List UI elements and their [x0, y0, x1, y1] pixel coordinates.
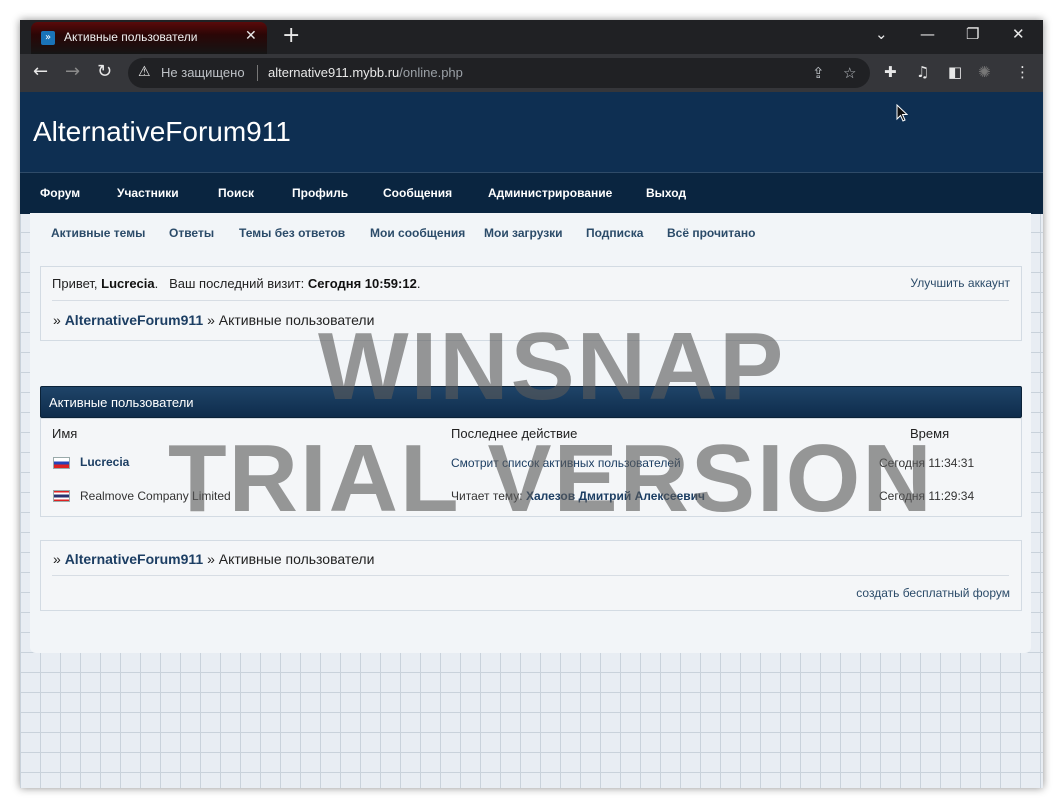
favicon-icon: » [41, 31, 55, 45]
nav-logout[interactable]: Выход [646, 186, 686, 200]
breadcrumb-home[interactable]: AlternativeForum911 [65, 551, 204, 567]
subnav-unanswered[interactable]: Темы без ответов [239, 226, 345, 240]
last-action: Читает тему: Халезов Дмитрий Алексеевич [451, 489, 705, 503]
extensions-icon[interactable]: ✚ [884, 63, 897, 81]
subnav-subscriptions[interactable]: Подписка [586, 226, 643, 240]
username[interactable]: Lucrecia [101, 276, 154, 291]
nav-search[interactable]: Поиск [218, 186, 254, 200]
url-host: alternative911.mybb.ru [268, 65, 400, 80]
last-visit-label: Ваш последний визит: [169, 276, 305, 291]
welcome-text: Привет, Lucrecia. Ваш последний визит: С… [52, 276, 421, 291]
create-forum-link[interactable]: создать бесплатный форум [856, 586, 1010, 600]
nav-members[interactable]: Участники [117, 186, 179, 200]
bookmark-star-icon[interactable]: ☆ [843, 64, 856, 82]
flag-ru-icon [53, 457, 70, 469]
last-action-time: Сегодня 11:34:31 [879, 456, 975, 470]
address-bar[interactable]: ⚠ Не защищено alternative911.mybb.ru/onl… [128, 58, 870, 88]
flag-th-icon [53, 490, 70, 502]
address-divider [257, 65, 258, 81]
online-users-header: Активные пользователи [40, 386, 1022, 418]
subnav-replies[interactable]: Ответы [169, 226, 214, 240]
online-users-title: Активные пользователи [49, 395, 194, 410]
last-visit-value: Сегодня 10:59:12 [307, 276, 417, 291]
close-tab-icon[interactable]: ✕ [245, 28, 257, 44]
action-text: Читает тему: [451, 489, 523, 503]
nav-messages[interactable]: Сообщения [383, 186, 452, 200]
menu-icon[interactable]: ⋮ [1015, 63, 1030, 81]
last-action-time: Сегодня 11:29:34 [879, 489, 975, 503]
tab-strip: » Активные пользователи ✕ + ⌄ — ❐ ✕ [20, 20, 1043, 54]
forward-icon[interactable]: → [65, 61, 80, 82]
subnav-my-uploads[interactable]: Мои загрузки [484, 226, 563, 240]
breadcrumb: » AlternativeForum911 » Активные пользов… [53, 551, 374, 567]
subnav-my-posts[interactable]: Мои сообщения [370, 226, 465, 240]
last-action: Смотрит список активных пользователей [451, 456, 681, 470]
welcome-box: Привет, Lucrecia. Ваш последний визит: С… [40, 266, 1022, 341]
tab-search-icon[interactable]: ⌄ [875, 25, 888, 43]
footer-box: » AlternativeForum911 » Активные пользов… [40, 540, 1022, 611]
user-name[interactable]: Lucrecia [80, 455, 129, 469]
breadcrumb-current: Активные пользователи [218, 551, 375, 567]
breadcrumb-sep: » [207, 551, 215, 567]
media-control-icon[interactable]: ♫ [916, 63, 929, 81]
forum-title[interactable]: AlternativeForum911 [33, 116, 291, 148]
browser-toolbar: ← → ↻ ⚠ Не защищено alternative911.mybb.… [20, 54, 1043, 92]
page-viewport: AlternativeForum911 Форум Участники Поис… [20, 92, 1043, 788]
mouse-cursor-icon [896, 104, 908, 122]
close-window-icon[interactable]: ✕ [1012, 25, 1025, 43]
column-time: Время [910, 426, 950, 441]
column-last-action: Последнее действие [451, 426, 578, 441]
forum-header: AlternativeForum911 [20, 92, 1043, 172]
subnav-active-topics[interactable]: Активные темы [51, 226, 145, 240]
browser-window: » Активные пользователи ✕ + ⌄ — ❐ ✕ ← → … [20, 20, 1043, 788]
column-name: Имя [52, 426, 78, 441]
minimize-icon[interactable]: — [920, 25, 935, 43]
breadcrumb-home[interactable]: AlternativeForum911 [65, 312, 204, 328]
breadcrumb-sep: » [53, 551, 61, 567]
nav-administration[interactable]: Администрирование [488, 186, 612, 200]
reload-icon[interactable]: ↻ [97, 61, 112, 82]
restore-icon[interactable]: ❐ [966, 25, 979, 43]
breadcrumb: » AlternativeForum911 » Активные пользов… [53, 312, 374, 328]
new-tab-button[interactable]: + [282, 23, 300, 48]
greeting: Привет, [52, 276, 98, 291]
share-icon[interactable]: ⇪ [812, 64, 825, 82]
main-navigation: Форум Участники Поиск Профиль Сообщения … [20, 172, 1043, 214]
warning-icon[interactable]: ⚠ [138, 64, 151, 80]
profile-icon[interactable]: ✺ [978, 63, 991, 81]
nav-forum[interactable]: Форум [40, 186, 80, 200]
divider [52, 575, 1009, 576]
back-icon[interactable]: ← [33, 61, 48, 82]
tab-title: Активные пользователи [64, 30, 198, 44]
side-panel-icon[interactable]: ◧ [948, 63, 962, 81]
browser-tab[interactable]: » Активные пользователи ✕ [31, 22, 267, 54]
breadcrumb-sep: » [207, 312, 215, 328]
nav-profile[interactable]: Профиль [292, 186, 348, 200]
user-name[interactable]: Realmove Company Limited [80, 489, 231, 503]
subnav-mark-all-read[interactable]: Всё прочитано [667, 226, 755, 240]
divider [52, 300, 1009, 301]
breadcrumb-sep: » [53, 312, 61, 328]
upgrade-account-link[interactable]: Улучшить аккаунт [910, 276, 1010, 290]
content-area: Активные темы Ответы Темы без ответов Мо… [30, 213, 1031, 653]
user-link[interactable]: Lucrecia [80, 455, 129, 469]
topic-link[interactable]: Халезов Дмитрий Алексеевич [526, 489, 705, 503]
url-text[interactable]: alternative911.mybb.ru/online.php [268, 65, 463, 80]
action-link[interactable]: Смотрит список активных пользователей [451, 456, 681, 470]
security-label[interactable]: Не защищено [161, 65, 245, 80]
online-users-table: Имя Последнее действие Время Lucrecia См… [40, 418, 1022, 517]
url-path: /online.php [399, 65, 463, 80]
breadcrumb-current: Активные пользователи [218, 312, 375, 328]
